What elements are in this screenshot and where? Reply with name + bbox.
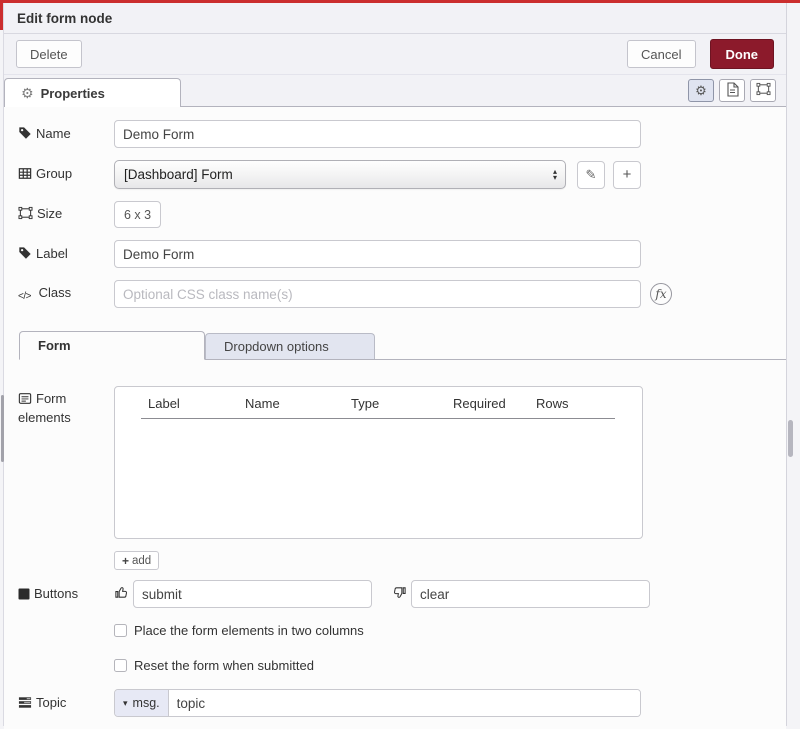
topic-type-label: msg.: [133, 696, 160, 710]
add-element-button[interactable]: +add: [114, 551, 159, 570]
column-header-label: Label: [141, 396, 245, 411]
table-icon: [18, 167, 32, 184]
size-field-row: Size 6 x 3: [18, 201, 786, 228]
topic-input[interactable]: [169, 690, 640, 716]
editor-tab-row: ⚙ Properties ⚙: [4, 75, 786, 107]
form-content-tabs: Form Dropdown options: [19, 330, 786, 360]
tray-resize-grip[interactable]: [1, 395, 4, 462]
class-field-row: </> Class fx: [18, 280, 786, 308]
thumbs-down-icon: [392, 585, 407, 603]
delete-button[interactable]: Delete: [16, 40, 82, 68]
two-columns-checkbox[interactable]: [114, 624, 127, 637]
buttons-label: Buttons: [18, 585, 114, 604]
label-field-row: Label: [18, 240, 786, 268]
column-header-name: Name: [245, 396, 351, 411]
column-header-type: Type: [351, 396, 453, 411]
form-elements-list[interactable]: Label Name Type Required Rows: [114, 386, 643, 539]
group-field-row: Group [Dashboard] Form ▴ ▾ ✎ +: [18, 160, 786, 189]
tab-form[interactable]: Form: [19, 331, 205, 360]
pencil-icon: ✎: [586, 168, 597, 181]
add-group-button[interactable]: +: [613, 161, 641, 189]
name-field-row: Name: [18, 120, 786, 148]
editor-icon-buttons: ⚙: [688, 79, 776, 102]
tab-dropdown-options[interactable]: Dropdown options: [205, 333, 375, 359]
select-spinner-icon: ▴ ▾: [553, 169, 557, 181]
tag-icon: [18, 246, 32, 264]
properties-tab-label: Properties: [41, 86, 105, 101]
fx-expand-button[interactable]: fx: [650, 283, 672, 305]
group-label: Group: [18, 165, 114, 184]
tasks-icon: [18, 696, 32, 713]
reset-form-option[interactable]: Reset the form when submitted: [114, 658, 786, 673]
group-select[interactable]: [Dashboard] Form ▴ ▾: [114, 160, 566, 189]
gear-icon: ⚙: [21, 86, 34, 100]
form-elements-row: Form elements Label Name Type Required R…: [18, 386, 786, 539]
submit-button-text-input[interactable]: [133, 580, 372, 608]
group-select-value: [Dashboard] Form: [124, 167, 553, 182]
tray-toolbar: Delete Cancel Done: [4, 34, 786, 75]
form-elements-label: Form elements: [18, 390, 114, 426]
size-button[interactable]: 6 x 3: [114, 201, 161, 228]
thumbs-up-icon: [114, 585, 129, 603]
done-button[interactable]: Done: [710, 39, 775, 69]
name-input[interactable]: [114, 120, 641, 148]
label-label: Label: [18, 245, 114, 264]
topic-typed-input: ▾ msg.: [114, 689, 641, 717]
file-text-icon: [726, 82, 739, 100]
object-group-icon: [18, 206, 33, 224]
cancel-button[interactable]: Cancel: [627, 40, 695, 68]
node-settings-button[interactable]: ⚙: [688, 79, 714, 102]
label-input[interactable]: [114, 240, 641, 268]
form-elements-header: Label Name Type Required Rows: [141, 396, 615, 419]
column-header-required: Required: [453, 396, 536, 411]
topic-type-select[interactable]: ▾ msg.: [115, 690, 169, 716]
plus-icon: +: [122, 554, 129, 568]
properties-form: Name Group [Dashboard] Form ▴ ▾ ✎ + Size…: [4, 107, 786, 729]
two-columns-option[interactable]: Place the form elements in two columns: [114, 623, 786, 638]
tab-properties[interactable]: ⚙ Properties: [4, 78, 181, 107]
name-label: Name: [18, 125, 114, 144]
object-group-icon: [756, 82, 771, 99]
reset-form-checkbox[interactable]: [114, 659, 127, 672]
edit-node-tray: Edit form node Delete Cancel Done ⚙ Prop…: [3, 3, 787, 726]
buttons-field-row: Buttons: [18, 580, 786, 608]
class-label: </> Class: [18, 284, 114, 305]
tag-icon: [18, 126, 32, 144]
topic-label: Topic: [18, 694, 114, 713]
column-header-rows: Rows: [536, 396, 569, 411]
plus-icon: +: [623, 167, 632, 182]
gear-icon: ⚙: [695, 84, 707, 97]
form-elements-add-row: +add: [114, 551, 786, 570]
reset-form-label: Reset the form when submitted: [134, 658, 314, 673]
edit-group-button[interactable]: ✎: [577, 161, 605, 189]
scrollbar-thumb[interactable]: [788, 420, 793, 457]
size-label: Size: [18, 205, 114, 224]
clear-button-text-input[interactable]: [411, 580, 650, 608]
tray-header: Edit form node: [4, 3, 786, 34]
square-icon: [18, 587, 30, 604]
code-icon: </>: [18, 288, 31, 305]
dialog-title: Edit form node: [17, 11, 112, 26]
list-alt-icon: [18, 392, 32, 409]
node-appearance-button[interactable]: [750, 79, 776, 102]
class-input[interactable]: [114, 280, 641, 308]
two-columns-label: Place the form elements in two columns: [134, 623, 364, 638]
node-description-button[interactable]: [719, 79, 745, 102]
caret-down-icon: ▾: [123, 698, 128, 709]
topic-field-row: Topic ▾ msg.: [18, 689, 786, 717]
